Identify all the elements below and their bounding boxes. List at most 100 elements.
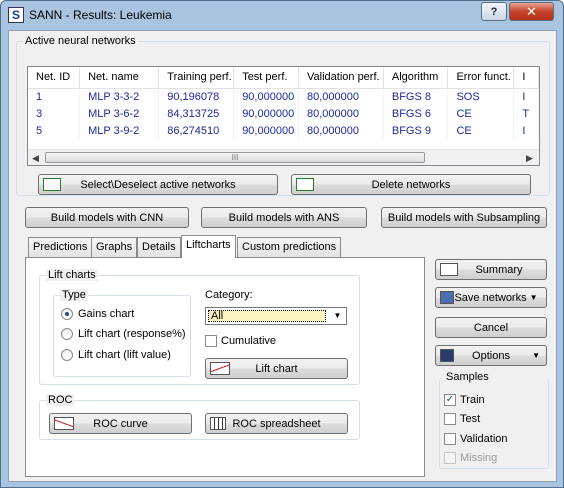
build-subsampling-button[interactable]: Build models with Subsampling	[381, 207, 547, 228]
table-header-row: Net. ID Net. name Training perf. Test pe…	[28, 67, 539, 89]
close-icon: ✕	[526, 3, 537, 19]
roc-curve-icon	[54, 417, 74, 430]
checkmark-icon: ✓	[444, 394, 456, 406]
help-button[interactable]: ?	[481, 2, 507, 21]
column-header[interactable]: I	[513, 67, 539, 89]
tab-liftcharts[interactable]: Liftcharts	[181, 235, 236, 258]
select-deselect-networks-button[interactable]: Select\Deselect active networks	[38, 174, 278, 195]
radio-selected-icon	[61, 308, 73, 320]
lift-chart-button[interactable]: Lift chart	[205, 358, 348, 379]
cell: MLP 3-9-2	[79, 122, 160, 139]
column-header[interactable]: Net. ID	[28, 67, 81, 89]
summary-button[interactable]: Summary	[435, 259, 547, 280]
cell: MLP 3-6-2	[79, 105, 160, 122]
networks-table[interactable]: Net. ID Net. name Training perf. Test pe…	[27, 66, 540, 166]
column-header[interactable]: Algorithm	[383, 67, 449, 89]
category-label: Category:	[205, 289, 253, 301]
chart-type-label: Type	[60, 289, 88, 301]
cell: 5	[28, 122, 81, 139]
chevron-down-icon: ▼	[532, 351, 540, 360]
lift-charts-group-label: Lift charts	[46, 269, 98, 281]
cell: BFGS 8	[383, 88, 449, 105]
roc-spreadsheet-label: ROC spreadsheet	[232, 417, 321, 430]
table-row[interactable]: 3 MLP 3-6-2 84,313725 90,000000 80,00000…	[28, 105, 539, 122]
scroll-thumb[interactable]: III	[45, 152, 425, 163]
cell: I	[513, 122, 539, 139]
table-row[interactable]: 1 MLP 3-3-2 90,196078 90,000000 80,00000…	[28, 88, 539, 105]
cumulative-label: Cumulative	[221, 335, 277, 347]
save-icon	[440, 291, 454, 304]
column-header[interactable]: Net. name	[79, 67, 160, 89]
cell: MLP 3-3-2	[79, 88, 160, 105]
cell: 90,000000	[233, 88, 300, 105]
cell: I	[513, 88, 539, 105]
table-row[interactable]: 5 MLP 3-9-2 86,274510 90,000000 80,00000…	[28, 122, 539, 139]
roc-spreadsheet-button[interactable]: ROC spreadsheet	[205, 413, 348, 434]
tab-graphs[interactable]: Graphs	[91, 237, 138, 257]
validation-checkbox[interactable]: Validation	[444, 433, 508, 445]
category-select[interactable]: All ▼	[205, 307, 347, 325]
networks-group: Active neural networks Net. ID Net. name…	[16, 35, 550, 196]
missing-checkbox: Missing	[444, 452, 497, 464]
column-header[interactable]: Validation perf.	[298, 67, 384, 89]
radio-icon	[61, 349, 73, 361]
scroll-grip-icon: III	[231, 153, 239, 162]
cancel-button[interactable]: Cancel	[435, 317, 547, 338]
checkbox-icon	[444, 433, 456, 445]
lift-value-radio[interactable]: Lift chart (lift value)	[61, 349, 171, 361]
cell: 3	[28, 105, 81, 122]
lift-response-radio[interactable]: Lift chart (response%)	[61, 328, 186, 340]
app-logo-icon: S	[8, 7, 24, 23]
tab-predictions[interactable]: Predictions	[28, 237, 93, 257]
title-bar[interactable]: S SANN - Results: Leukemia ? ✕	[1, 1, 563, 29]
gains-chart-label: Gains chart	[78, 308, 135, 320]
lift-chart-label: Lift chart	[255, 362, 298, 375]
build-cnn-button[interactable]: Build models with CNN	[25, 207, 189, 228]
window-title: SANN - Results: Leukemia	[29, 8, 172, 22]
gains-chart-radio[interactable]: Gains chart	[61, 308, 134, 320]
tab-custom-predictions[interactable]: Custom predictions	[237, 237, 342, 257]
cell: 90,196078	[158, 88, 235, 105]
test-label: Test	[460, 413, 481, 425]
scroll-left-icon[interactable]: ◀	[32, 153, 39, 164]
roc-curve-button[interactable]: ROC curve	[49, 413, 192, 434]
cell: 80,000000	[298, 122, 384, 139]
cell: 90,000000	[233, 122, 300, 139]
column-header[interactable]: Training perf.	[158, 67, 235, 89]
cumulative-checkbox[interactable]: Cumulative	[205, 335, 276, 347]
test-checkbox[interactable]: Test	[444, 413, 480, 425]
column-header[interactable]: Test perf.	[233, 67, 300, 89]
cell: BFGS 6	[383, 105, 449, 122]
train-checkbox[interactable]: ✓ Train	[444, 394, 485, 406]
options-label: Options	[472, 349, 510, 362]
cell: 84,313725	[158, 105, 235, 122]
cell: T	[513, 105, 539, 122]
tab-details[interactable]: Details	[137, 237, 181, 257]
network-select-icon	[43, 178, 61, 191]
close-button[interactable]: ✕	[509, 2, 554, 21]
summary-label: Summary	[475, 263, 523, 276]
train-label: Train	[460, 394, 485, 406]
horizontal-scrollbar[interactable]: ◀ III ▶	[28, 149, 539, 165]
scroll-right-icon[interactable]: ▶	[526, 153, 533, 164]
checkbox-icon	[205, 335, 217, 347]
chevron-down-icon[interactable]: ▼	[330, 309, 345, 323]
cell: BFGS 9	[383, 122, 449, 139]
cell: CE	[447, 122, 515, 139]
delete-networks-button[interactable]: Delete networks	[291, 174, 531, 195]
radio-icon	[61, 328, 73, 340]
options-button[interactable]: Options ▼	[435, 345, 547, 366]
networks-group-label: Active neural networks	[23, 35, 138, 47]
cell: 86,274510	[158, 122, 235, 139]
options-icon	[440, 349, 454, 362]
build-ans-button[interactable]: Build models with ANS	[201, 207, 367, 228]
cell: 90,000000	[233, 105, 300, 122]
spreadsheet-icon	[210, 417, 226, 430]
cell: 1	[28, 88, 81, 105]
checkbox-icon	[444, 413, 456, 425]
column-header[interactable]: Error funct.	[447, 67, 515, 89]
cell: 80,000000	[298, 88, 384, 105]
lift-response-label: Lift chart (response%)	[78, 328, 186, 340]
save-networks-button[interactable]: Save networks ▼	[435, 287, 547, 308]
roc-group-label: ROC	[46, 394, 75, 406]
